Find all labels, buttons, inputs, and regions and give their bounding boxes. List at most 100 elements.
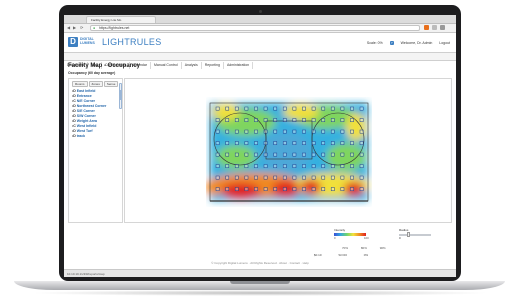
- sensor-marker[interactable]: [350, 152, 354, 157]
- sensor-marker[interactable]: [215, 187, 220, 191]
- menu-icon[interactable]: [440, 25, 445, 30]
- sensor-marker[interactable]: [234, 106, 239, 111]
- sensor-marker[interactable]: [321, 129, 326, 134]
- sensor-marker[interactable]: [321, 164, 326, 168]
- sensor-marker[interactable]: [330, 164, 335, 168]
- sensor-marker[interactable]: [273, 118, 278, 122]
- sensor-marker[interactable]: [302, 152, 306, 157]
- sensor-marker[interactable]: [340, 175, 345, 180]
- help-icon[interactable]: ?: [389, 41, 394, 45]
- sensor-marker[interactable]: [302, 118, 306, 122]
- sensor-marker[interactable]: [254, 152, 258, 157]
- logout-link[interactable]: Logout: [439, 41, 450, 45]
- sensor-marker[interactable]: [263, 187, 268, 191]
- sensor-marker[interactable]: [330, 129, 335, 134]
- sensor-marker[interactable]: [273, 164, 278, 168]
- sensor-marker[interactable]: [244, 141, 249, 145]
- reload-icon[interactable]: ⟳: [80, 25, 83, 31]
- sensor-marker[interactable]: [359, 106, 364, 111]
- sensor-marker[interactable]: [282, 164, 287, 168]
- sensor-marker[interactable]: [282, 141, 287, 145]
- sensor-marker[interactable]: [282, 118, 287, 122]
- sensor-marker[interactable]: [282, 129, 287, 134]
- menu-item-manual-control[interactable]: Manual Control: [151, 62, 182, 69]
- radius-slider[interactable]: [399, 232, 431, 237]
- sensor-marker[interactable]: [340, 164, 345, 168]
- settings-icon[interactable]: [432, 25, 437, 30]
- sensor-marker[interactable]: [244, 106, 249, 111]
- sensor-marker[interactable]: [292, 187, 297, 191]
- sensor-marker[interactable]: [311, 164, 316, 168]
- sensor-marker[interactable]: [340, 141, 345, 145]
- zones-filter-button[interactable]: Zones: [88, 81, 103, 87]
- sensor-marker[interactable]: [215, 141, 220, 145]
- sensor-marker[interactable]: [263, 164, 268, 168]
- extension-icon[interactable]: [424, 25, 429, 30]
- sensor-marker[interactable]: [244, 164, 249, 168]
- sensor-marker[interactable]: [273, 141, 278, 145]
- sensor-marker[interactable]: [302, 129, 306, 134]
- sensor-marker[interactable]: [273, 106, 278, 111]
- sense-filter-button[interactable]: Sense: [103, 81, 119, 87]
- sensor-marker[interactable]: [359, 118, 364, 122]
- sensor-marker[interactable]: [254, 106, 258, 111]
- zoom-slider-thumb[interactable]: [120, 90, 121, 100]
- sensor-marker[interactable]: [244, 175, 249, 180]
- sensor-marker[interactable]: [330, 175, 335, 180]
- sensor-marker[interactable]: [321, 152, 326, 157]
- sensor-marker[interactable]: [215, 106, 220, 111]
- sensor-marker[interactable]: [359, 175, 364, 180]
- sensor-marker[interactable]: [244, 118, 249, 122]
- sensor-marker[interactable]: [215, 152, 220, 157]
- sensor-marker[interactable]: [311, 129, 316, 134]
- sensor-marker[interactable]: [273, 152, 278, 157]
- zone-list-item[interactable]: •Dtrack: [72, 134, 116, 139]
- sensor-marker[interactable]: [234, 129, 239, 134]
- sensor-marker[interactable]: [282, 175, 287, 180]
- sensor-marker[interactable]: [244, 152, 249, 157]
- sensor-marker[interactable]: [282, 187, 287, 191]
- zoom-slider[interactable]: [119, 83, 122, 109]
- sensor-marker[interactable]: [330, 187, 335, 191]
- sensor-marker[interactable]: [263, 106, 268, 111]
- sensor-marker[interactable]: [350, 175, 354, 180]
- sensor-marker[interactable]: [350, 187, 354, 191]
- menu-item-reporting[interactable]: Reporting: [201, 62, 224, 69]
- sensor-marker[interactable]: [244, 187, 249, 191]
- sensor-marker[interactable]: [350, 106, 354, 111]
- sensor-marker[interactable]: [225, 129, 230, 134]
- browser-tab[interactable]: Facility Energy Lite Mo: [86, 16, 156, 23]
- sensor-marker[interactable]: [359, 152, 364, 157]
- sensor-marker[interactable]: [263, 152, 268, 157]
- sensor-marker[interactable]: [302, 175, 306, 180]
- sensor-marker[interactable]: [311, 106, 316, 111]
- sensor-marker[interactable]: [282, 152, 287, 157]
- sensor-marker[interactable]: [311, 152, 316, 157]
- sensor-marker[interactable]: [311, 187, 316, 191]
- sensor-marker[interactable]: [321, 118, 326, 122]
- sensor-marker[interactable]: [330, 141, 335, 145]
- sensor-marker[interactable]: [359, 129, 364, 134]
- sensor-marker[interactable]: [254, 141, 258, 145]
- sensor-marker[interactable]: [321, 187, 326, 191]
- sensor-marker[interactable]: [234, 152, 239, 157]
- facility-map[interactable]: [124, 78, 452, 223]
- sensor-marker[interactable]: [311, 118, 316, 122]
- sensor-marker[interactable]: [340, 187, 345, 191]
- sensor-marker[interactable]: [225, 118, 230, 122]
- sensor-marker[interactable]: [330, 152, 335, 157]
- sensor-marker[interactable]: [225, 164, 230, 168]
- sensor-marker[interactable]: [225, 175, 230, 180]
- sensor-marker[interactable]: [215, 164, 220, 168]
- menu-item-analysis[interactable]: Analysis: [182, 62, 202, 69]
- sensor-marker[interactable]: [292, 152, 297, 157]
- sensor-marker[interactable]: [350, 129, 354, 134]
- sensor-marker[interactable]: [350, 118, 354, 122]
- sensor-marker[interactable]: [254, 175, 258, 180]
- sensor-marker[interactable]: [359, 164, 364, 168]
- sensor-marker[interactable]: [321, 141, 326, 145]
- sensor-marker[interactable]: [273, 187, 278, 191]
- sensor-marker[interactable]: [350, 141, 354, 145]
- rooms-filter-button[interactable]: Rooms: [72, 81, 88, 87]
- sensor-marker[interactable]: [225, 106, 230, 111]
